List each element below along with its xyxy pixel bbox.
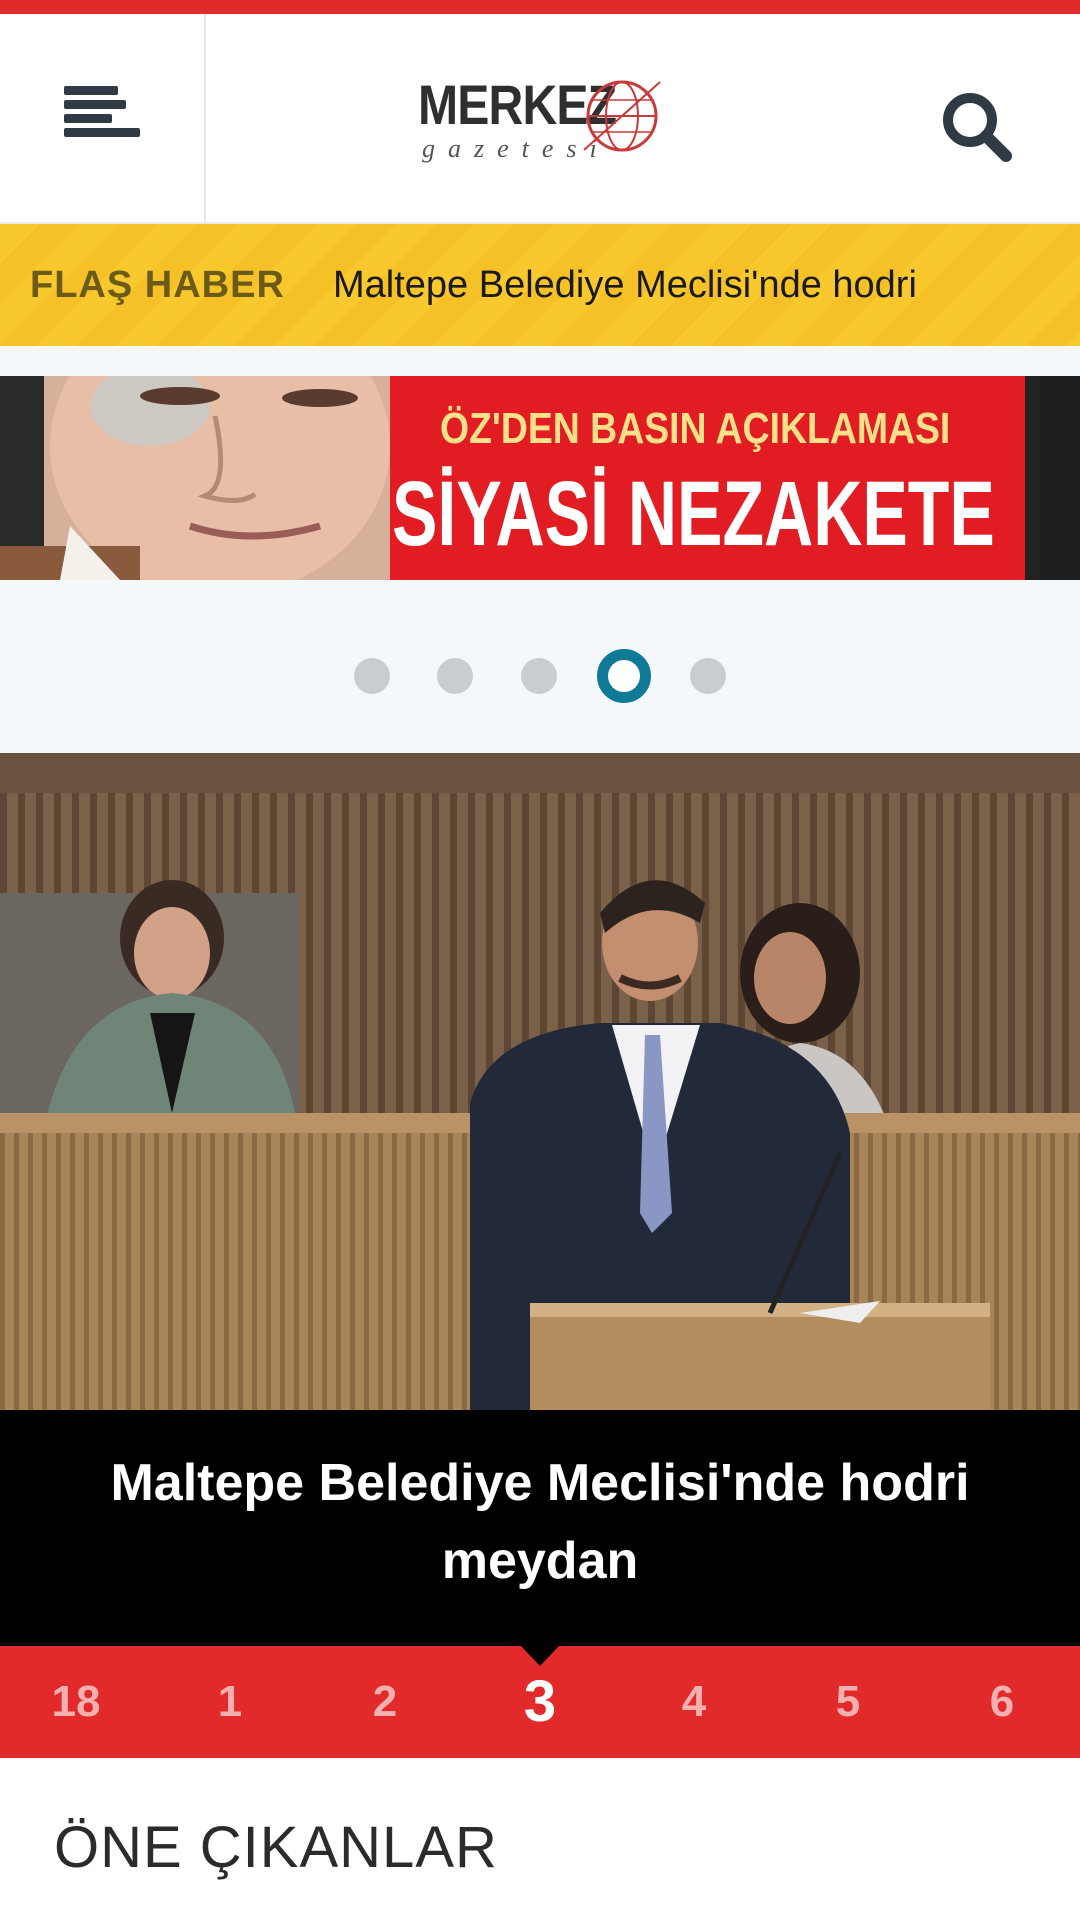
page-number[interactable]: 6: [942, 1646, 1062, 1758]
page-number[interactable]: 2: [325, 1646, 445, 1758]
site-header: MERKEZ gazetesi: [0, 14, 1080, 224]
breaking-news-text[interactable]: Maltepe Belediye Meclisi'nde hodri: [333, 264, 917, 307]
menu-button[interactable]: [0, 14, 206, 224]
slider-dot-3[interactable]: [521, 658, 557, 694]
banner-next-slide-edge: [1040, 376, 1080, 580]
site-logo[interactable]: MERKEZ gazetesi: [412, 72, 672, 176]
slider-dot-2[interactable]: [437, 658, 473, 694]
page-number-active[interactable]: 3: [480, 1646, 600, 1758]
breaking-news-ticker[interactable]: FLAŞ HABER Maltepe Belediye Meclisi'nde …: [0, 224, 1080, 346]
section-heading: ÖNE ÇIKANLAR: [54, 1815, 498, 1880]
slider-dots: [0, 646, 1080, 706]
slider-dot-1[interactable]: [354, 658, 390, 694]
page-number[interactable]: 18: [16, 1646, 136, 1758]
slider-banner[interactable]: ÖZ'DEN BASIN AÇIKLAMASI SİYASİ NEZAKETE: [0, 376, 1080, 580]
headline-photo[interactable]: [0, 753, 1080, 1410]
banner-headline-top: ÖZ'DEN BASIN AÇIKLAMASI: [440, 404, 951, 453]
top-accent-bar: [0, 0, 1080, 14]
headline-pager: 18 1 2 3 4 5 6: [0, 1646, 1080, 1758]
council-meeting-image: [0, 753, 1080, 1410]
search-button[interactable]: [936, 86, 1016, 166]
page-number[interactable]: 4: [634, 1646, 754, 1758]
page-number[interactable]: 1: [170, 1646, 290, 1758]
top-slider: ÖZ'DEN BASIN AÇIKLAMASI SİYASİ NEZAKETE: [0, 346, 1080, 753]
search-icon: [943, 93, 1012, 162]
headline-title[interactable]: Maltepe Belediye Meclisi'nde hodri meyda…: [90, 1444, 990, 1600]
slider-dot-5[interactable]: [690, 658, 726, 694]
banner-portrait-image: [0, 376, 390, 580]
page-number[interactable]: 5: [788, 1646, 908, 1758]
headline-caption[interactable]: Maltepe Belediye Meclisi'nde hodri meyda…: [0, 1410, 1080, 1646]
breaking-news-label: FLAŞ HABER: [30, 264, 285, 306]
slider-dot-4-active[interactable]: [597, 649, 651, 703]
globe-icon: [583, 80, 661, 152]
banner-headline-main: SİYASİ NEZAKETE: [392, 463, 995, 565]
